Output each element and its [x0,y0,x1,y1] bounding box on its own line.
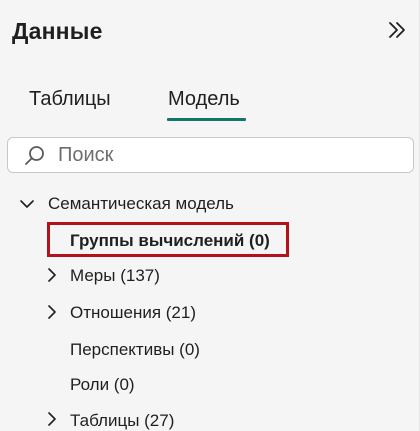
tree-item-perspectives[interactable]: Перспективы (0) [70,340,200,360]
tree-item-roles[interactable]: Роли (0) [70,375,135,395]
tab-bar: Таблицы Модель [0,88,420,124]
pane-title: Данные [12,18,103,44]
tree-item-tables[interactable]: Таблицы (27) [70,411,174,431]
search-input[interactable] [58,142,398,168]
search-box[interactable] [7,137,414,173]
data-pane: Данные Таблицы Модель Семантическая моде… [0,0,420,431]
chevron-down-icon[interactable] [20,197,34,211]
tab-tables[interactable]: Таблицы [29,88,111,111]
collapse-pane-button[interactable] [385,18,409,42]
chevron-right-icon[interactable] [45,305,59,319]
search-icon [25,146,44,165]
tab-model[interactable]: Модель [168,88,240,111]
chevron-right-icon[interactable] [45,412,59,426]
tree-item-relationships[interactable]: Отношения (21) [70,303,196,323]
tree-item-measures[interactable]: Меры (137) [70,266,160,286]
selected-tab-indicator [167,118,246,121]
tree-root-semantic-model[interactable]: Семантическая модель [48,194,234,214]
tree-item-calculation-groups[interactable]: Группы вычислений (0) [70,231,270,251]
chevron-right-icon[interactable] [45,268,59,282]
double-chevron-right-icon [389,22,405,38]
